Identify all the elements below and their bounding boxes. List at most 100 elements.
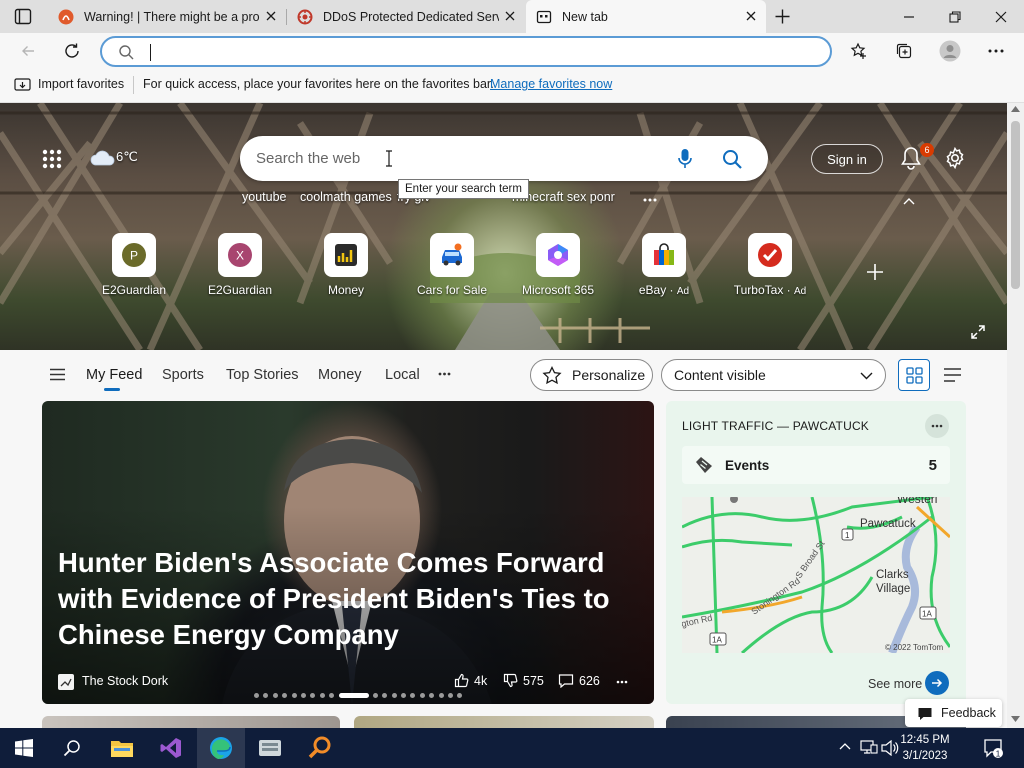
carousel-indicator[interactable]	[254, 693, 467, 699]
carousel-dot[interactable]	[272, 693, 278, 698]
carousel-dot-active[interactable]	[338, 693, 369, 698]
carousel-dot[interactable]	[429, 693, 435, 698]
traffic-more-options-icon[interactable]	[925, 414, 949, 438]
manage-favorites-link[interactable]: Manage favorites now	[490, 77, 612, 91]
content-visibility-dropdown[interactable]: Content visible	[661, 359, 886, 391]
search-taskbar-button[interactable]	[48, 728, 96, 768]
see-more-link[interactable]: See more	[868, 677, 922, 691]
collapse-chevron-up-icon[interactable]	[903, 197, 915, 205]
scrollbar-thumb[interactable]	[1011, 121, 1020, 289]
tab-top-stories[interactable]: Top Stories	[226, 367, 299, 383]
carousel-dot[interactable]	[329, 693, 335, 698]
system-clock[interactable]: 12:45 PM 3/1/2023	[900, 732, 950, 764]
tab-warning[interactable]: Warning! | There might be a problem	[48, 0, 286, 33]
tab-local[interactable]: Local	[385, 367, 420, 383]
visual-studio-button[interactable]	[147, 728, 195, 768]
carousel-dot[interactable]	[291, 693, 297, 698]
tab-money[interactable]: Money	[318, 367, 362, 383]
grid-view-button[interactable]	[898, 359, 930, 391]
edge-browser-button[interactable]	[197, 728, 245, 768]
carousel-dot[interactable]	[254, 693, 259, 698]
carousel-dot[interactable]	[382, 693, 388, 698]
carousel-dot[interactable]	[282, 693, 288, 698]
quick-link-money[interactable]: Money	[301, 233, 391, 299]
carousel-dot[interactable]	[401, 693, 407, 698]
traffic-map[interactable]: Westerl Pawcatuck Clarks Village Stoning…	[682, 497, 950, 653]
close-tab-icon[interactable]	[744, 9, 758, 23]
minimize-button[interactable]	[886, 0, 932, 33]
next-card-2[interactable]	[354, 716, 654, 728]
personalize-button[interactable]: Personalize	[530, 359, 653, 391]
close-tab-icon[interactable]	[503, 9, 517, 23]
weather-cloud-icon[interactable]	[90, 148, 116, 166]
more-trending-icon[interactable]	[643, 198, 657, 202]
trending-search-coolmath[interactable]: coolmath games	[300, 190, 392, 204]
article-more-options-icon[interactable]	[616, 680, 628, 684]
network-icon[interactable]	[860, 739, 878, 755]
volume-icon[interactable]	[881, 740, 899, 756]
carousel-dot[interactable]	[419, 693, 425, 698]
quick-link-turbotax[interactable]: TurboTax · Ad	[725, 233, 815, 299]
list-view-button[interactable]	[936, 359, 968, 391]
like-button[interactable]: 4k	[454, 673, 487, 688]
quick-link-e2guardian-2[interactable]: X E2Guardian	[195, 233, 285, 299]
weather-temperature[interactable]: 6℃	[116, 149, 138, 165]
action-center-icon[interactable]: 1	[983, 738, 1003, 758]
carousel-dot[interactable]	[300, 693, 306, 698]
address-bar[interactable]	[100, 36, 832, 67]
restore-button[interactable]	[932, 0, 978, 33]
search-app-button[interactable]	[296, 728, 344, 768]
collections-button[interactable]	[888, 35, 920, 67]
start-button[interactable]	[0, 728, 48, 768]
close-tab-icon[interactable]	[264, 9, 278, 23]
carousel-dot[interactable]	[310, 693, 316, 698]
carousel-dot[interactable]	[263, 693, 269, 698]
feed-menu-hamburger-icon[interactable]	[50, 368, 65, 381]
quick-link-e2guardian-1[interactable]: P E2Guardian	[89, 233, 179, 299]
more-tabs-icon[interactable]	[438, 372, 451, 376]
article-source[interactable]: The Stock Dork	[82, 674, 168, 688]
trending-search-youtube[interactable]: youtube	[242, 190, 286, 204]
article-headline[interactable]: Hunter Biden's Associate Comes Forward w…	[58, 545, 618, 653]
carousel-dot[interactable]	[457, 693, 463, 698]
scroll-up-arrow-icon[interactable]	[1011, 106, 1020, 112]
settings-more-button[interactable]	[980, 35, 1012, 67]
apps-grid-icon[interactable]	[42, 149, 62, 169]
next-card-1[interactable]	[42, 716, 340, 728]
quick-link-ebay[interactable]: eBay · Ad	[619, 233, 709, 299]
tab-new-tab[interactable]: New tab	[526, 0, 766, 33]
microphone-icon[interactable]	[677, 148, 693, 170]
traffic-events-row[interactable]: Events 5	[682, 446, 950, 484]
carousel-dot[interactable]	[448, 693, 454, 698]
profile-avatar[interactable]	[934, 35, 966, 67]
close-window-button[interactable]	[978, 0, 1024, 33]
expand-background-icon[interactable]	[971, 325, 985, 339]
dislike-button[interactable]: 575	[503, 673, 544, 688]
page-settings-gear-icon[interactable]	[944, 147, 966, 169]
file-explorer-button[interactable]	[98, 728, 146, 768]
add-favorite-button[interactable]	[843, 35, 875, 67]
carousel-dot[interactable]	[319, 693, 325, 698]
tab-ddos[interactable]: DDoS Protected Dedicated Servers	[287, 0, 525, 33]
page-scrollbar[interactable]	[1007, 103, 1024, 728]
show-hidden-icons-chevron-icon[interactable]	[839, 742, 851, 750]
search-input[interactable]: Search the web	[256, 150, 360, 167]
notification-bell-icon[interactable]	[900, 146, 922, 170]
traffic-card[interactable]: LIGHT TRAFFIC — PAWCATUCK Events 5 Weste…	[666, 401, 966, 704]
carousel-dot[interactable]	[372, 693, 378, 698]
search-submit-icon[interactable]	[722, 149, 742, 169]
web-search-box[interactable]: Search the web	[240, 136, 768, 181]
refresh-button[interactable]	[56, 35, 88, 67]
comment-button[interactable]: 626	[558, 673, 600, 688]
carousel-dot[interactable]	[438, 693, 444, 698]
feedback-button[interactable]: Feedback	[905, 699, 1002, 727]
sign-in-button[interactable]: Sign in	[811, 144, 883, 174]
quick-link-cars-for-sale[interactable]: Cars for Sale	[407, 233, 497, 299]
featured-article-card[interactable]: Hunter Biden's Associate Comes Forward w…	[42, 401, 654, 704]
new-tab-plus-icon[interactable]	[774, 8, 791, 25]
import-favorites-button[interactable]: Import favorites	[38, 77, 124, 91]
add-quick-link-plus-icon[interactable]	[866, 263, 884, 281]
carousel-dot[interactable]	[391, 693, 397, 698]
tab-my-feed[interactable]: My Feed	[86, 367, 142, 391]
quick-link-microsoft-365[interactable]: Microsoft 365	[513, 233, 603, 299]
